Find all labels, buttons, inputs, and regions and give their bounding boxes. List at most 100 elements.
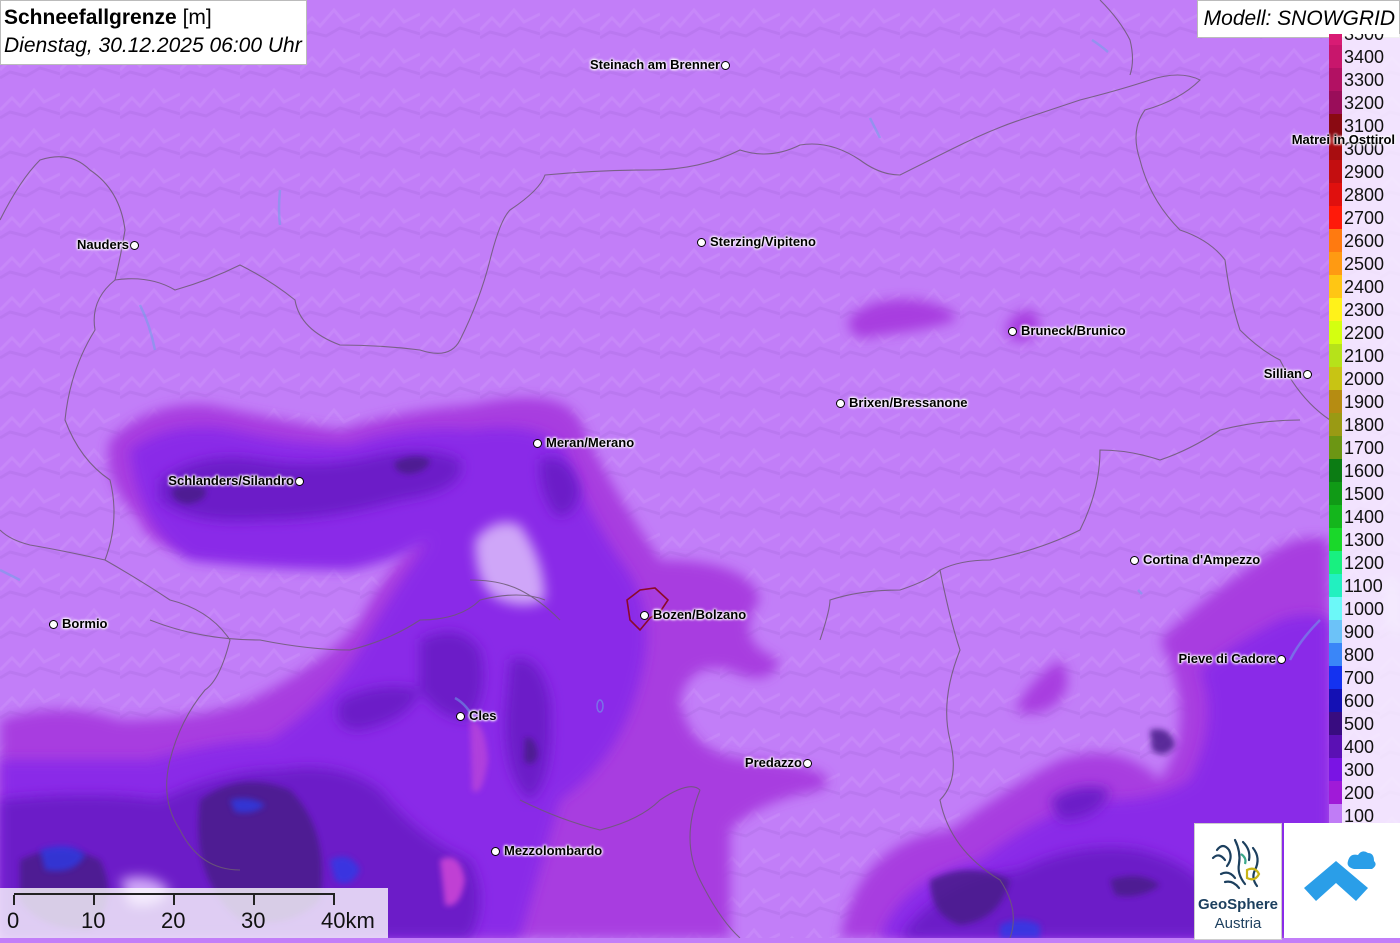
legend-label: 3300 <box>1344 70 1385 90</box>
legend-swatch <box>1329 298 1342 321</box>
legend-item: 3200 <box>1329 91 1400 114</box>
city-label[interactable]: Schlanders/Silandro <box>168 473 294 488</box>
legend-item: 2000 <box>1329 367 1400 390</box>
legend-swatch <box>1329 160 1342 183</box>
legend-swatch <box>1329 413 1342 436</box>
legend-item: 3500 <box>1329 34 1400 45</box>
legend-label: 800 <box>1344 645 1375 665</box>
legend-label: 1700 <box>1344 438 1385 458</box>
legend-swatch <box>1329 252 1342 275</box>
city-label[interactable]: Cortina d'Ampezzo <box>1143 552 1260 567</box>
scale-bar: 0 10 20 30 40km <box>0 888 388 938</box>
legend-item: 300 <box>1329 758 1400 781</box>
legend-label: 1900 <box>1344 392 1385 412</box>
city-marker[interactable] <box>1277 655 1286 664</box>
city-label[interactable]: Cles <box>469 708 496 723</box>
legend-label: 2500 <box>1344 254 1385 274</box>
legend-item: 2300 <box>1329 298 1400 321</box>
legend-swatch <box>1329 344 1342 367</box>
legend-swatch <box>1329 781 1342 804</box>
city-label[interactable]: Meran/Merano <box>546 435 634 450</box>
scale-tick <box>173 895 175 905</box>
legend-item: 600 <box>1329 689 1400 712</box>
legend-label: 600 <box>1344 691 1375 711</box>
title-main: Schneefallgrenze <box>4 6 177 29</box>
city-label[interactable]: Pieve di Cadore <box>1178 651 1276 666</box>
legend-item: 2400 <box>1329 275 1400 298</box>
legend-label: 1600 <box>1344 461 1385 481</box>
legend-item: 2900 <box>1329 160 1400 183</box>
legend-label: 2000 <box>1344 369 1385 389</box>
legend-label: 900 <box>1344 622 1375 642</box>
legend-item: 2600 <box>1329 229 1400 252</box>
city-marker[interactable] <box>721 61 730 70</box>
legend-item: 200 <box>1329 781 1400 804</box>
legend-label: 2400 <box>1344 277 1385 297</box>
city-label[interactable]: Sterzing/Vipiteno <box>710 234 816 249</box>
legend-item: 2100 <box>1329 344 1400 367</box>
scale-tick <box>93 895 95 905</box>
legend-swatch <box>1329 758 1342 781</box>
legend-item: 1000 <box>1329 597 1400 620</box>
legend-item: 2200 <box>1329 321 1400 344</box>
city-marker[interactable] <box>640 611 649 620</box>
city-marker[interactable] <box>49 620 58 629</box>
city-marker[interactable] <box>697 238 706 247</box>
legend-swatch <box>1329 436 1342 459</box>
legend-label: 500 <box>1344 714 1375 734</box>
city-marker[interactable] <box>1008 327 1017 336</box>
city-label[interactable]: Steinach am Brenner <box>590 57 720 72</box>
city-marker[interactable] <box>1130 556 1139 565</box>
legend-label: 200 <box>1344 783 1375 803</box>
geosphere-emblem-icon <box>1211 838 1261 890</box>
snow-mountain-icon <box>1304 851 1376 901</box>
city-label[interactable]: Bozen/Bolzano <box>653 607 746 622</box>
snowline-map[interactable] <box>0 0 1400 938</box>
legend-item: 1400 <box>1329 505 1400 528</box>
city-marker[interactable] <box>803 759 812 768</box>
legend-swatch <box>1329 505 1342 528</box>
legend-swatch <box>1329 68 1342 91</box>
city-marker[interactable] <box>456 712 465 721</box>
city-label[interactable]: Nauders <box>77 237 129 252</box>
scale-tick <box>333 895 335 905</box>
city-marker[interactable] <box>491 847 500 856</box>
legend-label: 1100 <box>1344 576 1383 596</box>
app-logo[interactable] <box>1284 823 1400 938</box>
legend-swatch <box>1329 620 1342 643</box>
city-label[interactable]: Bruneck/Brunico <box>1021 323 1126 338</box>
city-marker[interactable] <box>130 241 139 250</box>
legend-item: 1200 <box>1329 551 1400 574</box>
city-label[interactable]: Sillian <box>1264 366 1302 381</box>
legend-item: 1100 <box>1329 574 1400 597</box>
legend-swatch <box>1329 804 1342 825</box>
map-title: Schneefallgrenze [m] <box>4 4 302 32</box>
scale-label: 10 <box>81 908 106 933</box>
title-unit: [m] <box>182 6 212 29</box>
city-label[interactable]: Bormio <box>62 616 108 631</box>
legend-swatch <box>1329 597 1342 620</box>
city-label[interactable]: Predazzo <box>745 755 802 770</box>
legend-item: 2700 <box>1329 206 1400 229</box>
city-marker[interactable] <box>1303 370 1312 379</box>
legend-label: 1400 <box>1344 507 1385 527</box>
model-label: Modell: SNOWGRID <box>1196 0 1400 38</box>
legend-item: 900 <box>1329 620 1400 643</box>
geosphere-logo[interactable]: GeoSphere Austria <box>1194 823 1282 940</box>
geosphere-name: GeoSphere <box>1197 896 1279 913</box>
legend-label: 3200 <box>1344 93 1385 113</box>
legend-item: 1900 <box>1329 390 1400 413</box>
legend-swatch <box>1329 206 1342 229</box>
city-marker[interactable] <box>836 399 845 408</box>
city-marker[interactable] <box>295 477 304 486</box>
city-label[interactable]: Matrei in Osttirol <box>1292 132 1395 147</box>
legend-item: 3300 <box>1329 68 1400 91</box>
city-label[interactable]: Brixen/Bressanone <box>849 395 968 410</box>
scale-label: 40km <box>321 908 375 933</box>
city-marker[interactable] <box>533 439 542 448</box>
legend-swatch <box>1329 45 1342 68</box>
legend-swatch <box>1329 482 1342 505</box>
legend-swatch <box>1329 574 1342 597</box>
city-label[interactable]: Mezzolombardo <box>504 843 602 858</box>
legend-item: 800 <box>1329 643 1400 666</box>
